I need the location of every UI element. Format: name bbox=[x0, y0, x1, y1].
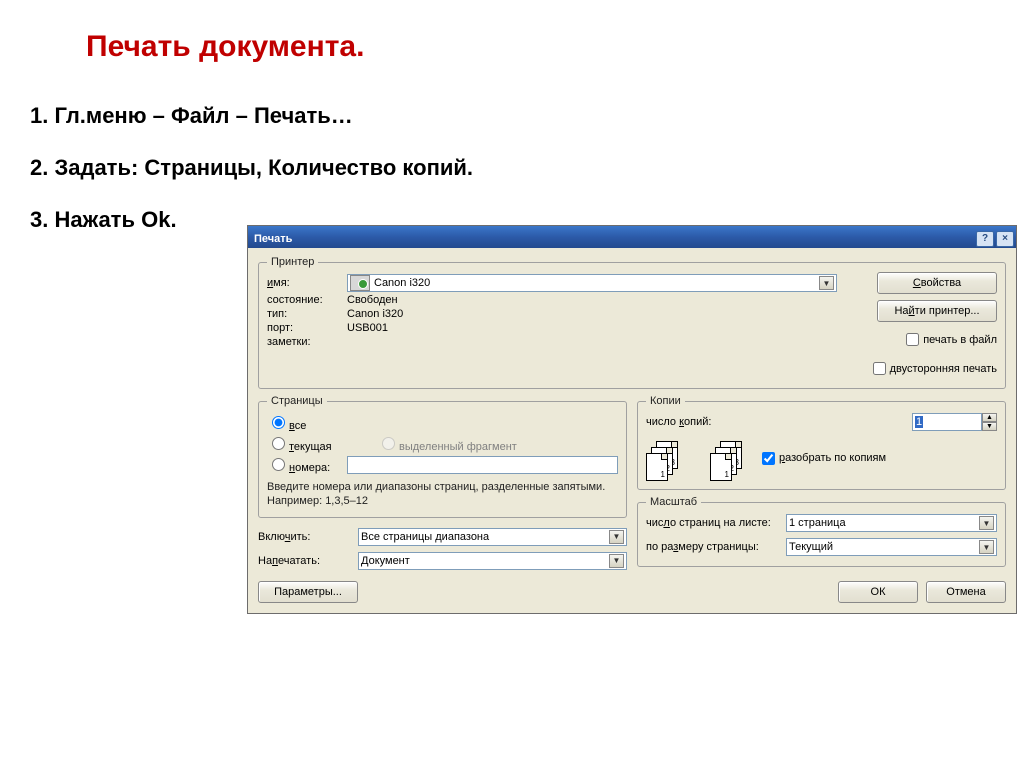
step-1: 1. Гл.меню – Файл – Печать… bbox=[30, 94, 1024, 138]
printer-port-label: порт: bbox=[267, 322, 347, 334]
printwhat-select[interactable]: Документ▼ bbox=[358, 552, 627, 570]
step-2: 2. Задать: Страницы, Количество копий. bbox=[30, 146, 1024, 190]
pages-selection-radio: выделенный фрагмент bbox=[377, 434, 517, 453]
scale-select[interactable]: Текущий▼ bbox=[786, 538, 997, 556]
pages-current-radio[interactable]: текущаятекущая bbox=[267, 434, 377, 453]
chevron-down-icon[interactable]: ▼ bbox=[609, 554, 624, 568]
printer-notes-label: заметки: bbox=[267, 336, 347, 348]
pages-hint: Введите номера или диапазоны страниц, ра… bbox=[267, 480, 618, 509]
printer-state-label: состояние: bbox=[267, 294, 347, 306]
dialog-title: Печать bbox=[254, 233, 292, 245]
chevron-down-icon[interactable]: ▼ bbox=[979, 540, 994, 554]
properties-button[interactable]: ССвойствавойства bbox=[877, 272, 997, 294]
copies-count-label: число копий:число копий: bbox=[646, 416, 711, 428]
ok-button[interactable]: ОК bbox=[838, 581, 918, 603]
chevron-down-icon[interactable]: ▼ bbox=[979, 516, 994, 530]
printer-type-label: тип: bbox=[267, 308, 347, 320]
copies-legend: Копии bbox=[646, 395, 685, 407]
printwhat-label: Напечатать:Напечатать: bbox=[258, 555, 358, 567]
printer-group: Принтер иимя:мя: Canon i320 ▼ состояние:… bbox=[258, 256, 1006, 389]
pages-per-sheet-select[interactable]: 1 страница▼ bbox=[786, 514, 997, 532]
include-label: Включить:Включить: bbox=[258, 531, 358, 543]
spin-down-icon[interactable]: ▼ bbox=[982, 422, 997, 431]
include-select[interactable]: Все страницы диапазона▼ bbox=[358, 528, 627, 546]
help-button[interactable]: ? bbox=[976, 231, 994, 247]
printer-name-value: Canon i320 bbox=[374, 277, 430, 289]
scale-label: по размеру страницы:по размеру страницы: bbox=[646, 541, 786, 553]
printer-state-value: Свободен bbox=[347, 294, 398, 306]
cancel-button[interactable]: Отмена bbox=[926, 581, 1006, 603]
printer-icon bbox=[350, 275, 370, 291]
slide-heading: Печать документа. bbox=[86, 30, 1024, 64]
find-printer-button[interactable]: Найти принтер...Найти принтер... bbox=[877, 300, 997, 322]
close-button[interactable]: × bbox=[996, 231, 1014, 247]
copies-count-input[interactable]: 1 ▲▼ bbox=[912, 413, 997, 431]
print-dialog: Печать ? × Принтер иимя:мя: Canon i320 ▼ bbox=[247, 225, 1017, 614]
chevron-down-icon[interactable]: ▼ bbox=[819, 276, 834, 290]
dialog-titlebar[interactable]: Печать ? × bbox=[248, 226, 1016, 248]
printer-legend: Принтер bbox=[267, 256, 318, 268]
collate-checkbox[interactable]: разобрать по копиямразобрать по копиям bbox=[758, 449, 886, 468]
print-to-file-checkbox[interactable]: печать в файл bbox=[902, 330, 997, 349]
printer-name-select[interactable]: Canon i320 ▼ bbox=[347, 274, 837, 292]
pages-group: Страницы всевсе текущаятекущая выделенны… bbox=[258, 395, 627, 518]
duplex-checkbox[interactable]: двусторонняя печать bbox=[869, 359, 997, 378]
collate-preview-icon: 3 2 1 3 2 1 bbox=[646, 441, 744, 481]
page-numbers-input[interactable] bbox=[347, 456, 618, 474]
printer-name-label: иимя:мя: bbox=[267, 277, 347, 289]
options-button[interactable]: Параметры... bbox=[258, 581, 358, 603]
pages-per-sheet-label: число страниц на листе:число страниц на … bbox=[646, 517, 786, 529]
pages-all-radio[interactable]: всевсе bbox=[267, 413, 377, 432]
printer-port-value: USB001 bbox=[347, 322, 388, 334]
chevron-down-icon[interactable]: ▼ bbox=[609, 530, 624, 544]
zoom-legend: Масштаб bbox=[646, 496, 701, 508]
copies-group: Копии число копий:число копий: 1 ▲▼ bbox=[637, 395, 1006, 490]
printer-type-value: Canon i320 bbox=[347, 308, 403, 320]
pages-numbers-radio[interactable]: номера:номера: bbox=[267, 455, 347, 474]
spin-up-icon[interactable]: ▲ bbox=[982, 413, 997, 422]
zoom-group: Масштаб число страниц на листе:число стр… bbox=[637, 496, 1006, 567]
pages-legend: Страницы bbox=[267, 395, 327, 407]
